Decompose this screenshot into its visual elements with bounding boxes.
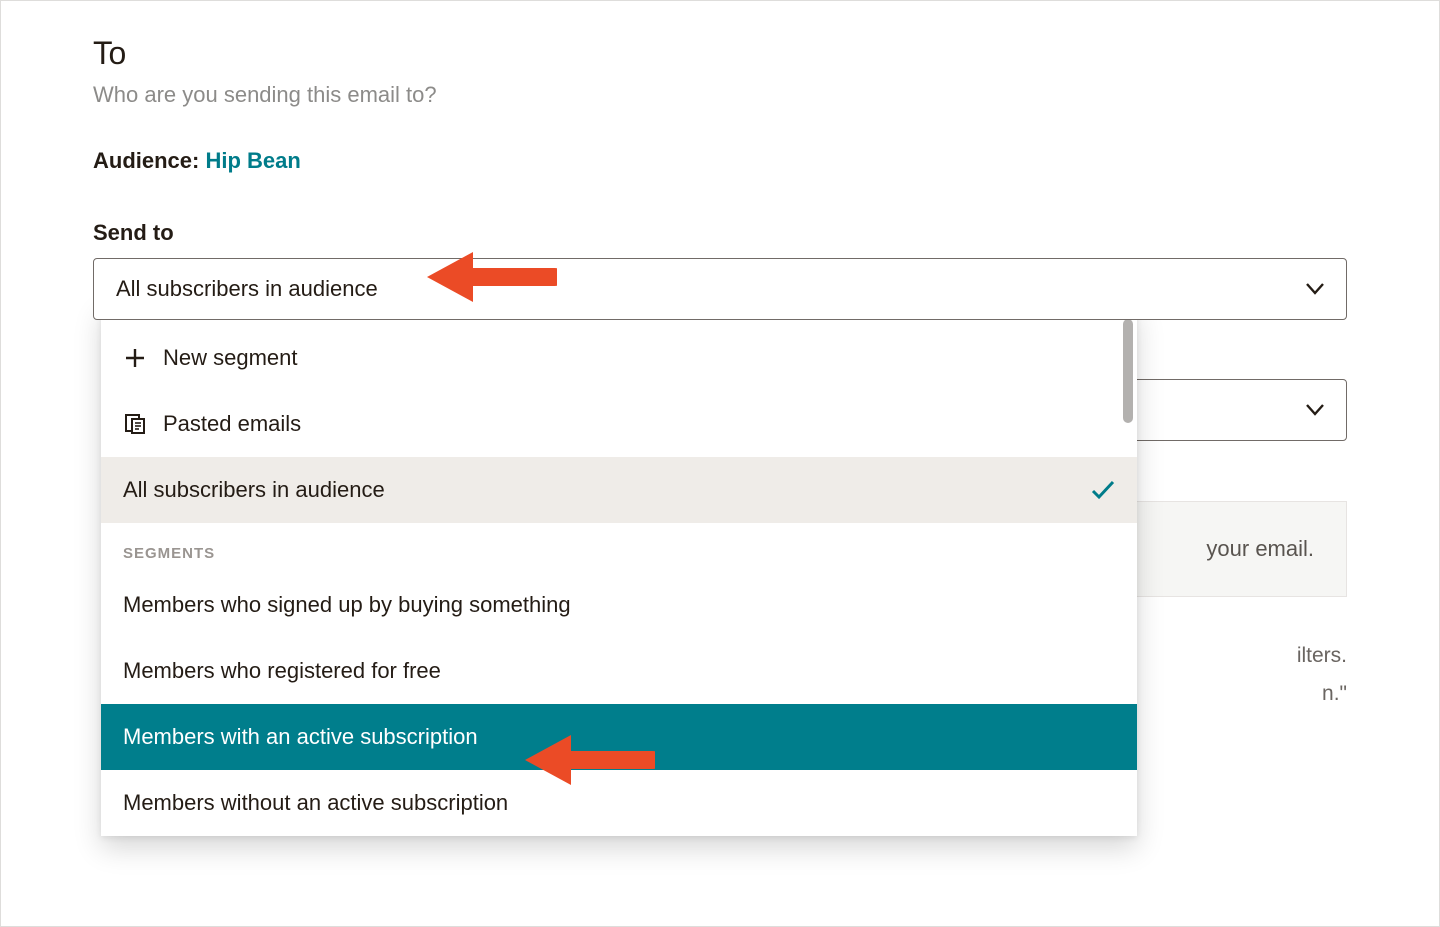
segment-label: Members with an active subscription	[123, 724, 478, 750]
dropdown-segment-item[interactable]: Members without an active subscription	[101, 770, 1137, 836]
section-title: To	[93, 35, 1347, 72]
dropdown-segment-item[interactable]: Members who signed up by buying somethin…	[101, 572, 1137, 638]
section-subtitle: Who are you sending this email to?	[93, 82, 1347, 108]
dropdown-segment-item-highlighted[interactable]: Members with an active subscription	[101, 704, 1137, 770]
send-to-select[interactable]: All subscribers in audience	[93, 258, 1347, 320]
dropdown-group-label: SEGMENTS	[101, 523, 1137, 572]
dropdown-scrollbar[interactable]	[1123, 319, 1133, 423]
send-to-selected-value: All subscribers in audience	[116, 276, 378, 302]
app-frame: To Who are you sending this email to? Au…	[0, 0, 1440, 927]
audience-label: Audience:	[93, 148, 205, 173]
chevron-down-icon	[1306, 283, 1324, 295]
check-icon	[1091, 480, 1115, 500]
dropdown-current-selection[interactable]: All subscribers in audience	[101, 457, 1137, 523]
dropdown-action-new-segment[interactable]: New segment	[101, 325, 1137, 391]
segment-label: Members who registered for free	[123, 658, 441, 684]
dropdown-segment-item[interactable]: Members who registered for free	[101, 638, 1137, 704]
chevron-down-icon	[1306, 404, 1324, 416]
background-panel-text: your email.	[1206, 536, 1314, 562]
segment-label: Members without an active subscription	[123, 790, 508, 816]
dropdown-current-label: All subscribers in audience	[123, 477, 385, 503]
paste-icon	[123, 413, 147, 435]
content-area: To Who are you sending this email to? Au…	[1, 1, 1439, 926]
audience-line: Audience: Hip Bean	[93, 148, 1347, 174]
dropdown-action-label: New segment	[163, 345, 298, 371]
plus-icon	[123, 347, 147, 369]
send-to-label: Send to	[93, 220, 1347, 246]
dropdown-action-label: Pasted emails	[163, 411, 301, 437]
dropdown-action-pasted-emails[interactable]: Pasted emails	[101, 391, 1137, 457]
send-to-dropdown: New segment Pasted emails All subscriber…	[101, 303, 1137, 836]
segment-label: Members who signed up by buying somethin…	[123, 592, 571, 618]
audience-value[interactable]: Hip Bean	[205, 148, 300, 173]
